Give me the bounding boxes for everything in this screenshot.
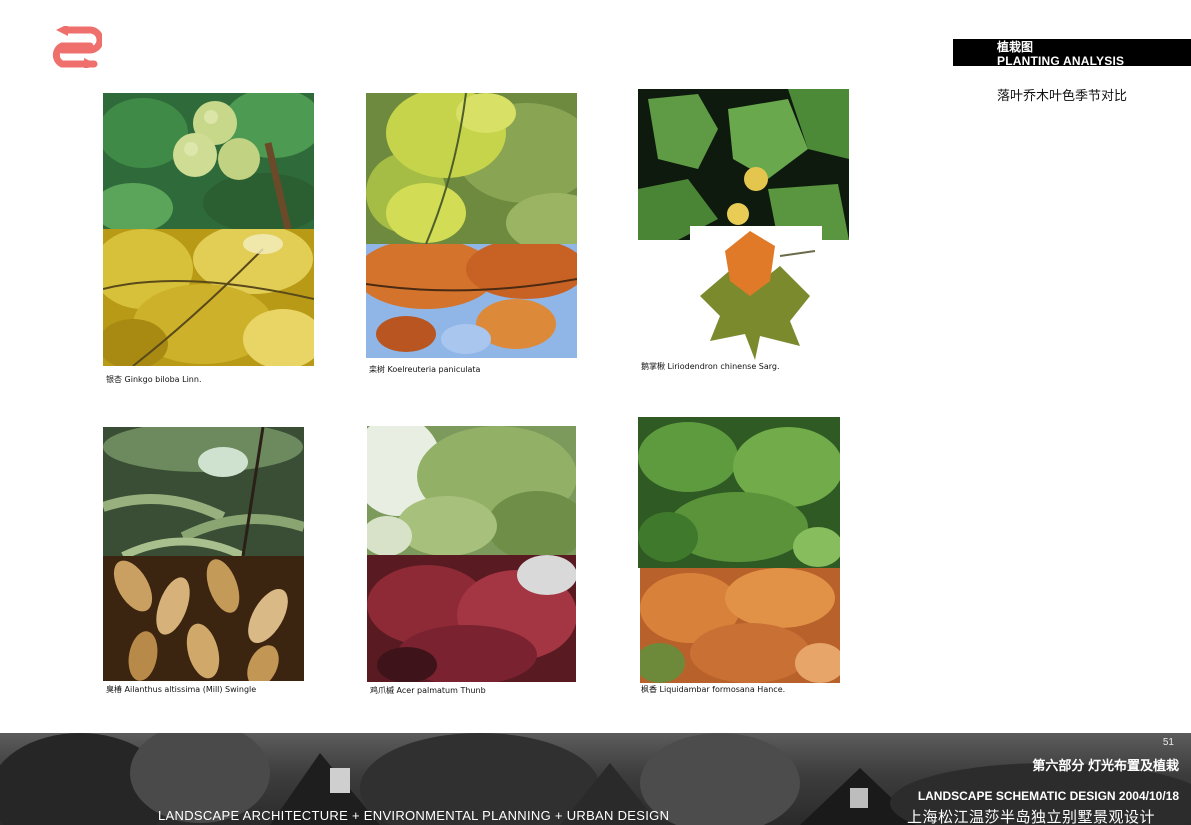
liquidambar-summer-photo (638, 417, 840, 568)
acer-red-autumn-photo (367, 555, 576, 682)
design-label: LANDSCAPE SCHEMATIC DESIGN 2004/10/18 (917, 789, 1179, 803)
double-arrow-logo-icon (52, 26, 102, 68)
ginkgo-autumn-photo (103, 229, 314, 366)
koelreuteria-flower-summer-photo (366, 93, 577, 244)
section-label: 第六部分 灯光布置及植栽 (1032, 758, 1179, 773)
page-subtitle: 落叶乔木叶色季节对比 (997, 88, 1128, 103)
acer-summer-photo (367, 426, 576, 555)
ginkgo-fruit-summer-photo (103, 93, 314, 229)
liriodendron-autumn-leaf-photo (690, 226, 822, 360)
plant-caption: 鸡爪槭 Acer palmatum Thunb (370, 686, 486, 695)
ailanthus-summer-photo (103, 427, 304, 556)
liriodendron-summer-photo (638, 89, 849, 240)
footer-banner: 51 第六部分 灯光布置及植栽 LANDSCAPE SCHEMATIC DESI… (0, 733, 1191, 825)
plant-caption: 臭椿 Ailanthus altissima (Mill) Swingle (106, 685, 257, 694)
liquidambar-autumn-photo (640, 568, 840, 683)
ailanthus-autumn-photo (103, 556, 304, 681)
plant-caption: 银杏 Ginkgo biloba Linn. (106, 375, 202, 384)
header-title-cn: 植栽图 (997, 40, 1034, 54)
header-title-en: PLANTING ANALYSIS (997, 55, 1125, 66)
project-title: 上海松江温莎半岛独立别墅景观设计 (906, 809, 1155, 825)
plant-caption: 栾树 Koelreuteria paniculata (369, 365, 481, 374)
plant-caption: 枫香 Liquidambar formosana Hance. (641, 685, 786, 694)
page-number: 51 (1162, 737, 1174, 748)
footer-tagline: LANDSCAPE ARCHITECTURE + ENVIRONMENTAL P… (158, 808, 670, 823)
koelreuteria-autumn-photo (366, 244, 577, 358)
plant-caption: 鹅掌楸 Liriodendron chinense Sarg. (641, 362, 780, 371)
